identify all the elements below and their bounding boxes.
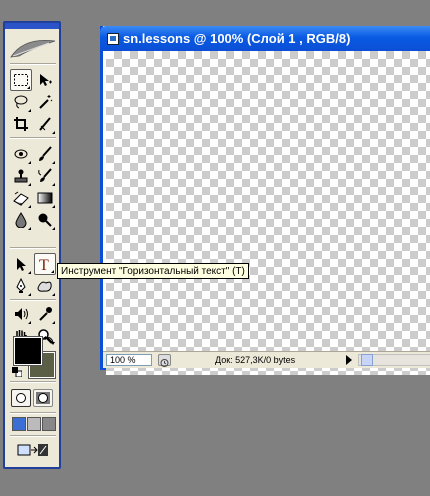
transparent-canvas[interactable]: [106, 51, 430, 375]
pen-icon: [16, 278, 26, 293]
toolbox-separator: [10, 137, 56, 139]
lasso-tool[interactable]: [10, 91, 32, 113]
gradient-tool[interactable]: [34, 187, 56, 209]
standard-mode-button[interactable]: [11, 389, 31, 407]
rectangular-marquee-tool[interactable]: [10, 69, 32, 91]
blur-tool[interactable]: [10, 209, 32, 231]
swap-colors-icon[interactable]: [43, 334, 55, 346]
toolbox-panel: T: [3, 21, 61, 469]
imageready-icon: [17, 444, 48, 456]
dodge-tool[interactable]: [34, 209, 56, 231]
spot-healing-brush-tool[interactable]: [10, 143, 32, 165]
magic-wand-icon: [39, 95, 53, 109]
blur-drop-icon: [15, 212, 27, 228]
document-icon[interactable]: [107, 33, 119, 45]
eraser-tool[interactable]: [10, 187, 32, 209]
document-title: sn.lessons @ 100% (Слой 1 , RGB/8): [123, 31, 351, 46]
full-screen-menu-mode-button[interactable]: [27, 417, 41, 431]
history-brush-tool[interactable]: [34, 165, 56, 187]
magic-wand-tool[interactable]: [34, 91, 56, 113]
document-window: sn.lessons @ 100% (Слой 1 , RGB/8) 100 %…: [100, 26, 430, 375]
toolbox-separator: [10, 63, 56, 65]
toolbox-separator: [10, 247, 56, 249]
clone-stamp-icon: [14, 169, 28, 183]
document-size-info: Док: 527,3K/0 bytes: [215, 355, 296, 365]
audio-annotation-tool[interactable]: [10, 303, 32, 325]
status-info-arrow-icon[interactable]: [346, 355, 352, 365]
crop-tool[interactable]: [10, 113, 32, 135]
eyedropper-tool[interactable]: [34, 303, 56, 325]
svg-text:T: T: [39, 257, 49, 272]
rectangular-marquee-icon: [14, 74, 28, 86]
eyedropper-icon: [39, 307, 52, 321]
crop-icon: [14, 117, 28, 131]
clone-stamp-tool[interactable]: [10, 165, 32, 187]
quick-mask-mode-icon: [36, 392, 50, 404]
status-menu-icon: [160, 359, 169, 367]
move-tool[interactable]: [34, 69, 56, 91]
brush-icon: [39, 146, 52, 161]
slice-icon: [39, 117, 51, 131]
dodge-icon: [38, 213, 52, 227]
jump-to-imageready-button[interactable]: [11, 439, 55, 461]
move-icon: [40, 74, 52, 86]
toolbox-separator: [10, 381, 56, 383]
default-colors-icon[interactable]: [12, 367, 22, 377]
lasso-icon: [14, 95, 28, 109]
spot-healing-brush-icon: [14, 149, 28, 159]
full-screen-mode-button[interactable]: [42, 417, 56, 431]
toolbox-separator: [10, 435, 56, 437]
horizontal-type-tool[interactable]: T: [34, 253, 56, 275]
eraser-icon: [13, 191, 29, 206]
toolbox-separator: [10, 412, 56, 414]
speaker-icon: [15, 308, 28, 320]
quick-mask-mode-button[interactable]: [33, 389, 53, 407]
document-status-bar: 100 % Док: 527,3K/0 bytes: [103, 351, 430, 368]
toolbox-separator: [10, 299, 56, 301]
standard-mode-icon: [16, 393, 26, 403]
status-menu-button[interactable]: [158, 354, 171, 367]
brush-tool[interactable]: [34, 143, 56, 165]
toolbox-title-bar[interactable]: [5, 23, 59, 29]
path-selection-icon: [17, 258, 26, 271]
custom-shape-tool[interactable]: [34, 275, 56, 297]
path-selection-tool[interactable]: [10, 253, 32, 275]
tool-tooltip: Инструмент "Горизонтальный текст" (T): [57, 263, 249, 279]
history-brush-icon: [38, 168, 52, 182]
foreground-color-swatch[interactable]: [13, 336, 43, 366]
feather-logo-icon[interactable]: [9, 37, 57, 61]
standard-screen-mode-button[interactable]: [12, 417, 26, 431]
slice-tool[interactable]: [34, 113, 56, 135]
document-title-bar[interactable]: sn.lessons @ 100% (Слой 1 , RGB/8): [100, 26, 430, 51]
zoom-level-field[interactable]: 100 %: [106, 354, 152, 366]
scroll-left-button[interactable]: [361, 354, 373, 366]
custom-shape-icon: [37, 281, 52, 292]
pen-tool[interactable]: [10, 275, 32, 297]
gradient-icon: [37, 192, 53, 204]
